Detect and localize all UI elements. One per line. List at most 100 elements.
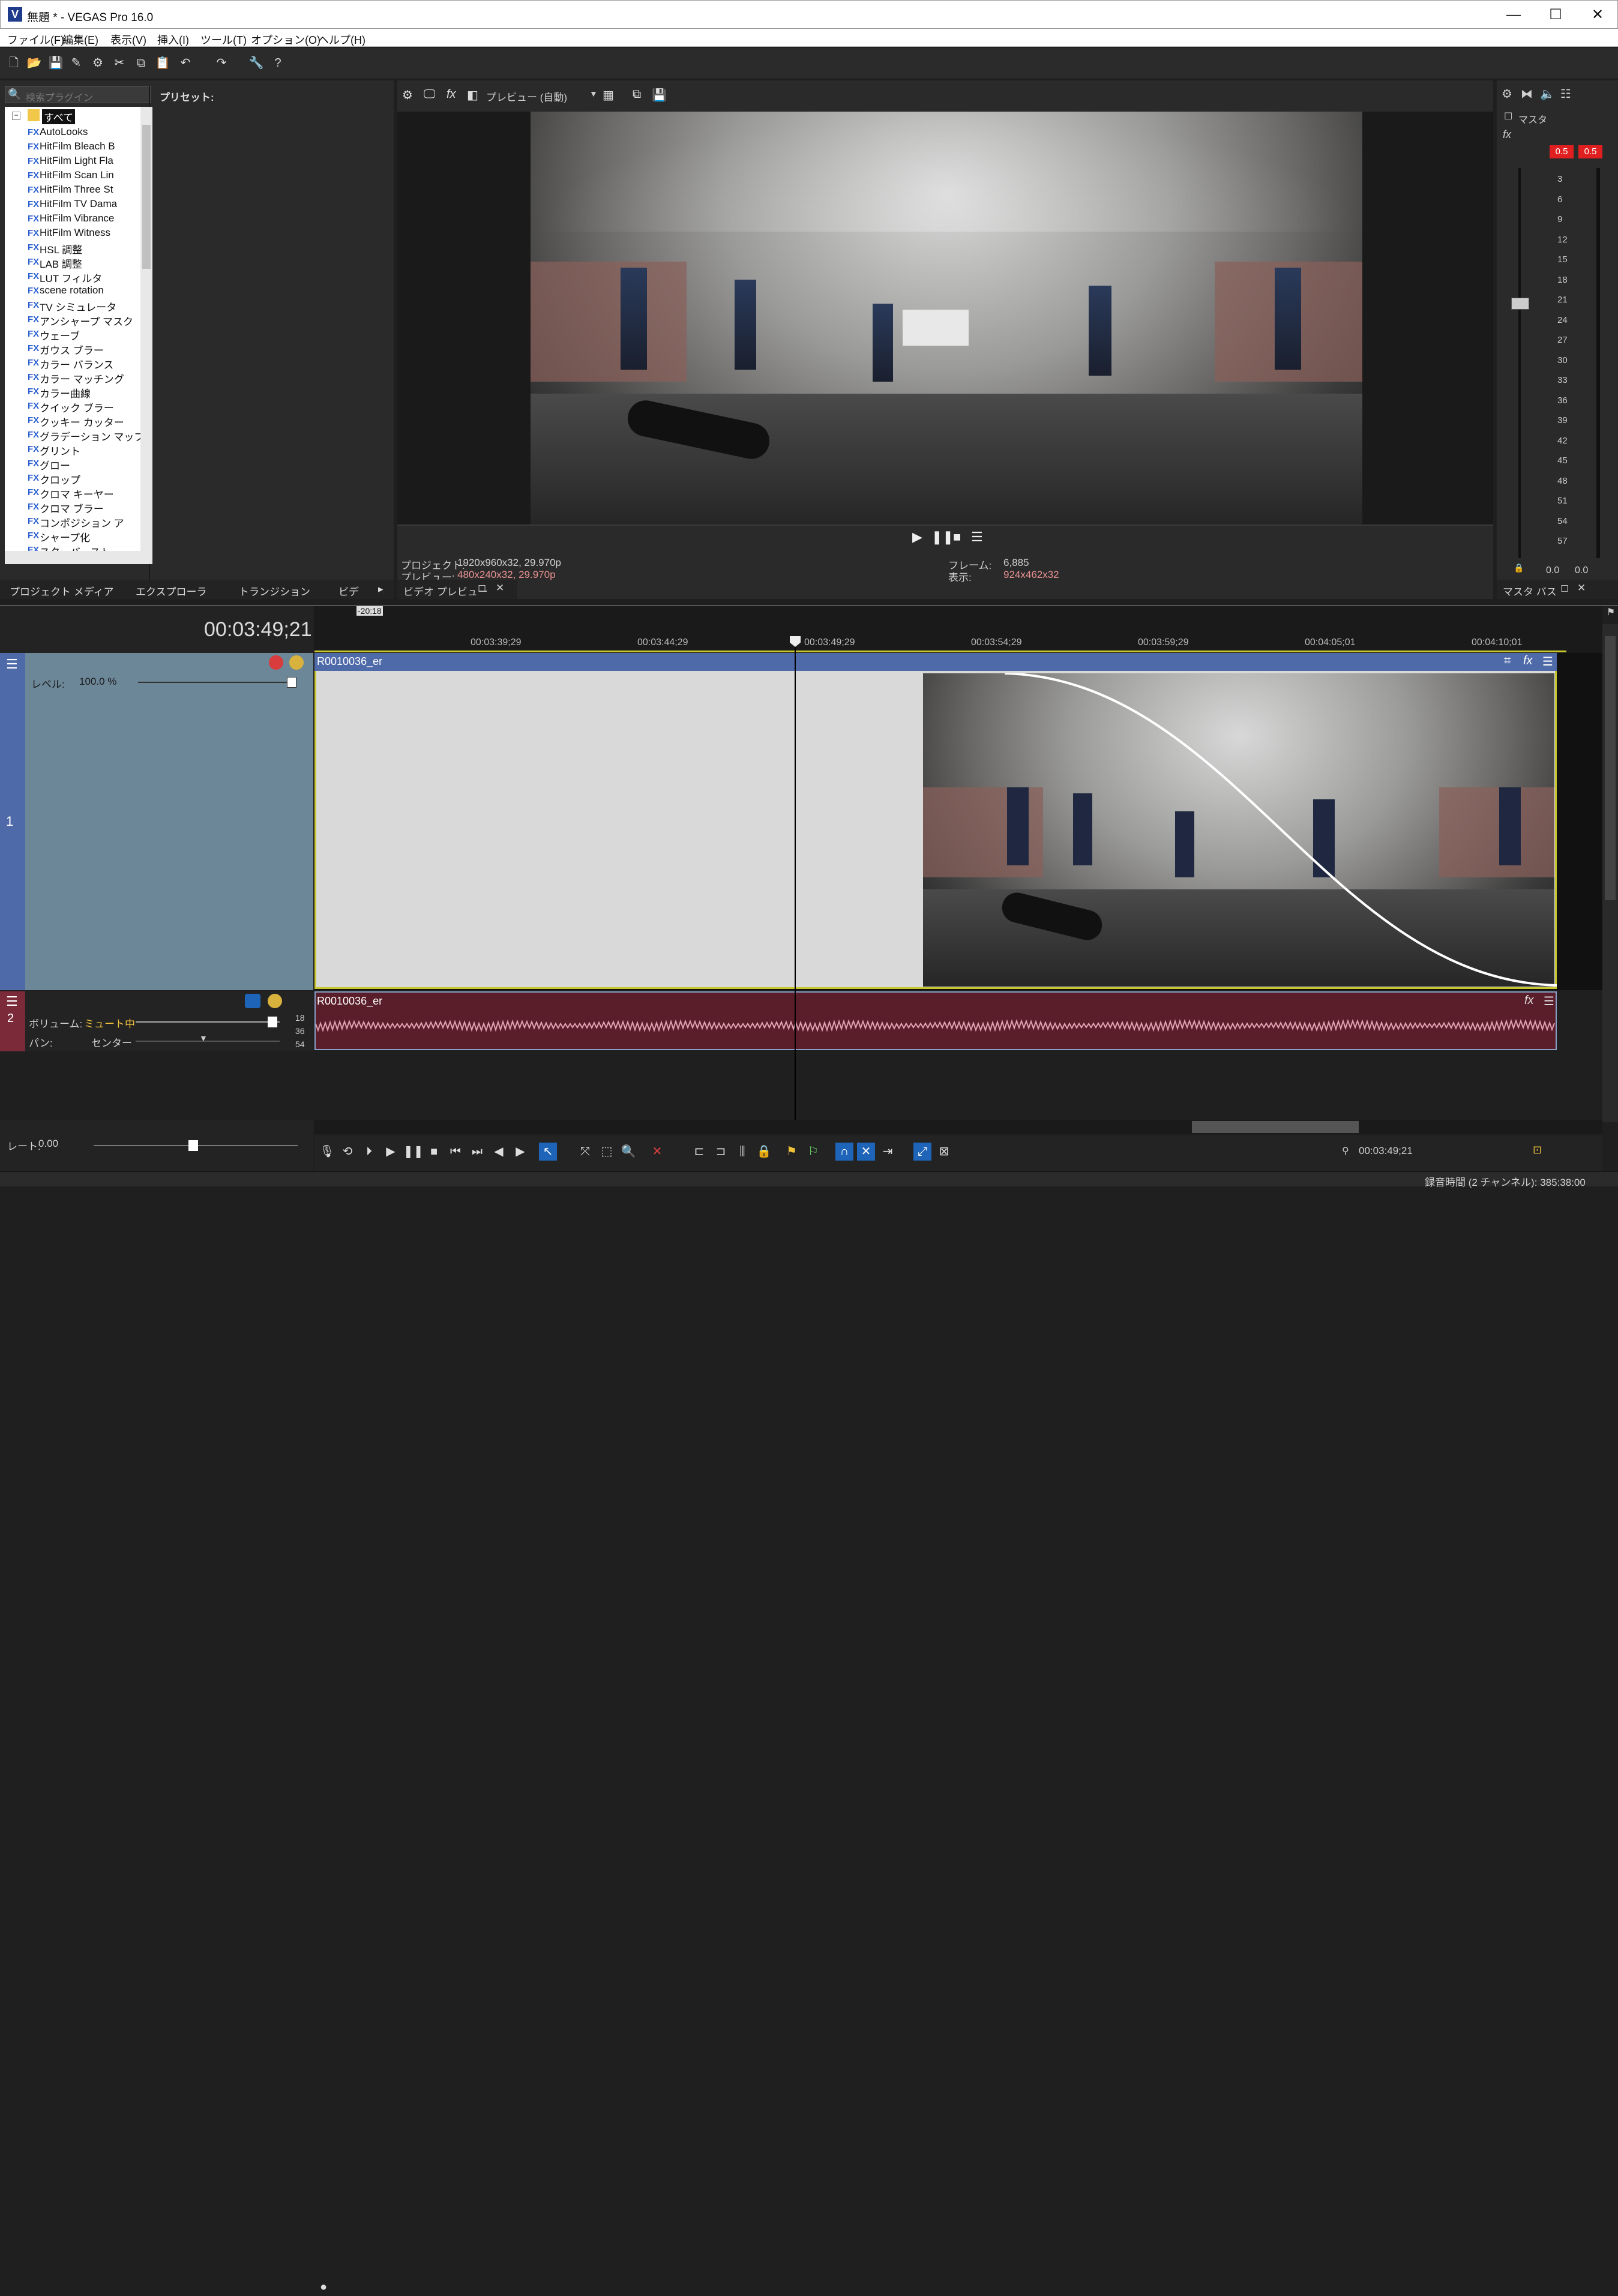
- plugin-item[interactable]: FX AutoLooks: [28, 126, 88, 138]
- tab-transitions[interactable]: トランジション: [239, 583, 310, 598]
- volume-slider-handle[interactable]: [268, 1017, 277, 1027]
- event-menu-icon[interactable]: ☰: [1542, 654, 1553, 669]
- rate-slider-handle[interactable]: [188, 1140, 198, 1151]
- menu-edit[interactable]: 編集(E): [62, 32, 98, 47]
- save-icon[interactable]: 💾: [48, 55, 64, 71]
- minimize-button[interactable]: —: [1493, 3, 1535, 27]
- next-frame-icon[interactable]: ▶: [511, 1143, 529, 1161]
- lock-icon[interactable]: 🔒: [1514, 563, 1524, 573]
- grid-icon[interactable]: ▦: [603, 88, 614, 103]
- plugin-item[interactable]: FX HitFilm Bleach B: [28, 140, 115, 152]
- plugin-item[interactable]: FX グロー: [28, 457, 70, 472]
- record-icon[interactable]: 🎙: [318, 1143, 336, 1161]
- track-menu-icon[interactable]: ☰: [6, 994, 18, 1009]
- event-menu-icon[interactable]: ☰: [1544, 994, 1554, 1009]
- master-settings-icon[interactable]: ⚙: [1502, 86, 1512, 101]
- paste-icon[interactable]: 📋: [155, 55, 170, 71]
- timeline-ruler[interactable]: -20:18 00:03:39;29 00:03:44;29 00:03:49;29…: [314, 606, 1602, 653]
- mute-icon[interactable]: [269, 655, 283, 670]
- event-fx-icon[interactable]: fx: [1523, 654, 1533, 668]
- master-bus-tab[interactable]: マスタ バス ◻ ✕: [1497, 580, 1618, 599]
- region-icon[interactable]: ⚐: [804, 1143, 822, 1161]
- marker-icon[interactable]: ⚑: [783, 1143, 801, 1161]
- plugin-item[interactable]: FX HSL 調整: [28, 241, 82, 256]
- trim-end-icon[interactable]: ⊐: [712, 1143, 730, 1161]
- pause-icon[interactable]: ❚❚: [403, 1143, 424, 1161]
- mute-icon[interactable]: [245, 994, 260, 1008]
- auto-crossfade-icon[interactable]: ✕: [857, 1143, 875, 1161]
- downmix-icon[interactable]: ⧓: [1521, 86, 1533, 101]
- video-event-header[interactable]: R0010036_er ⌗ fx ☰: [314, 653, 1557, 671]
- pan-slider[interactable]: [136, 1041, 280, 1042]
- master-fx-icon[interactable]: fx: [1503, 128, 1511, 141]
- master-checkbox[interactable]: ☐: [1504, 110, 1512, 122]
- fx-icon[interactable]: fx: [447, 88, 456, 101]
- play-from-start-icon[interactable]: ⏵: [360, 1143, 378, 1161]
- plugin-item[interactable]: FX クイック ブラー: [28, 400, 114, 415]
- ignore-grouping-icon[interactable]: ⊠: [935, 1143, 953, 1161]
- track-menu-icon[interactable]: ☰: [6, 657, 18, 672]
- plugin-item[interactable]: FX クッキー カッター: [28, 414, 124, 429]
- plugin-item[interactable]: FX クロマ キーヤー: [28, 486, 114, 501]
- menu-file[interactable]: ファイル(F): [7, 32, 64, 47]
- copy-snapshot-icon[interactable]: ⧉: [633, 88, 641, 101]
- master-fader-handle[interactable]: [1511, 298, 1529, 310]
- copy-icon[interactable]: ⧉: [133, 55, 149, 71]
- trim-start-icon[interactable]: ⊏: [690, 1143, 708, 1161]
- scroll-thumb[interactable]: [142, 125, 151, 269]
- plugin-item[interactable]: FX HitFilm Scan Lin: [28, 169, 114, 181]
- plugin-item[interactable]: FX ガウス ブラー: [28, 342, 104, 357]
- lock-envelopes-icon[interactable]: ⤢: [913, 1143, 931, 1161]
- timeline-hscroll[interactable]: [314, 1120, 1602, 1134]
- zoom-tool-icon[interactable]: 🔍: [619, 1143, 637, 1161]
- plugin-item[interactable]: FX HitFilm Witness: [28, 227, 110, 239]
- audio-event[interactable]: R0010036_er fx ☰: [314, 991, 1557, 1050]
- plugin-item[interactable]: FX グラデーション マップ: [28, 428, 144, 443]
- plugin-search[interactable]: 🔍 検索プラグイン: [5, 86, 151, 103]
- mixer-icon[interactable]: ☷: [1560, 86, 1571, 101]
- cut-icon[interactable]: ✂: [112, 55, 127, 71]
- level-slider-handle[interactable]: [287, 677, 296, 688]
- prev-frame-icon[interactable]: ◀: [490, 1143, 508, 1161]
- plugin-item[interactable]: FX アンシャープ マスク: [28, 313, 133, 328]
- plugin-item[interactable]: FX クロマ ブラー: [28, 500, 104, 515]
- tab-project-media[interactable]: プロジェクト メディア: [10, 583, 114, 598]
- undo-icon[interactable]: ↶: [178, 55, 193, 71]
- open-icon[interactable]: 📂: [26, 55, 42, 71]
- tab-explorer[interactable]: エクスプローラ: [136, 583, 207, 598]
- undock-icon[interactable]: ◻: [478, 582, 486, 594]
- tab-video-fx[interactable]: ビデ: [338, 583, 359, 598]
- tab-scroll-right[interactable]: ▸: [378, 583, 383, 595]
- menu-help[interactable]: ヘルプ(H): [318, 32, 365, 47]
- plugin-item[interactable]: FX HitFilm Light Fla: [28, 155, 113, 167]
- snapping-icon[interactable]: ∩: [835, 1143, 853, 1161]
- save-as-icon[interactable]: ✎: [68, 55, 84, 71]
- event-fx-icon[interactable]: fx: [1524, 994, 1534, 1008]
- save-snapshot-icon[interactable]: 💾: [652, 88, 667, 103]
- preview-settings-icon[interactable]: ⚙: [402, 88, 413, 103]
- go-start-icon[interactable]: ⏮: [447, 1143, 465, 1161]
- help-icon[interactable]: ?: [270, 55, 286, 71]
- menu-options[interactable]: オプション(O): [251, 32, 320, 47]
- pause-icon[interactable]: ❚❚: [931, 529, 954, 545]
- crop-icon[interactable]: ⌗: [1504, 654, 1511, 668]
- tool-icon[interactable]: 🔧: [248, 55, 264, 71]
- collapse-toggle[interactable]: −: [12, 112, 20, 120]
- solo-icon[interactable]: [268, 994, 282, 1008]
- plugin-tree-scrollbar[interactable]: [140, 107, 152, 564]
- solo-icon[interactable]: [289, 655, 304, 670]
- settings-icon[interactable]: ⚙: [90, 55, 106, 71]
- plugin-item[interactable]: FX LAB 調整: [28, 256, 82, 271]
- video-track-lane[interactable]: R0010036_er ⌗ fx ☰: [314, 653, 1602, 990]
- playhead[interactable]: [795, 640, 796, 1120]
- stop-icon[interactable]: ■: [953, 529, 961, 545]
- maximize-button[interactable]: ☐: [1535, 3, 1577, 27]
- menu-insert[interactable]: 挿入(I): [157, 32, 189, 47]
- external-monitor-icon[interactable]: 🖵: [424, 88, 435, 101]
- new-icon[interactable]: 🗋: [6, 55, 22, 71]
- timeline-vscroll[interactable]: [1602, 624, 1618, 1122]
- speaker-icon[interactable]: 🔈: [1540, 86, 1555, 101]
- plugin-item[interactable]: FX ウェーブ: [28, 328, 80, 343]
- preview-quality-select[interactable]: プレビュー (自動): [486, 89, 567, 104]
- play-icon[interactable]: ▶: [382, 1143, 400, 1161]
